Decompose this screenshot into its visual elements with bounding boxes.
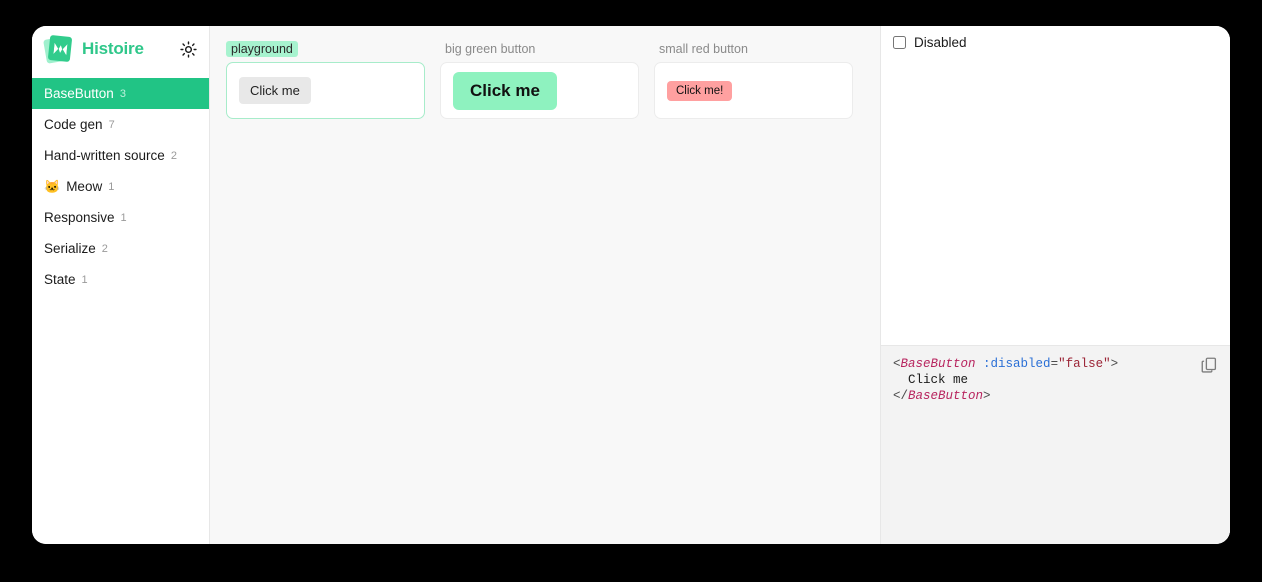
sidebar-item-count: 1 [120, 211, 127, 224]
right-panel: Disabled <BaseButton :disabled="false"> … [881, 26, 1230, 544]
sidebar-item-serialize[interactable]: Serialize 2 [32, 233, 209, 264]
demo-button-click-me[interactable]: Click me [239, 77, 311, 104]
demo-button-big-green[interactable]: Click me [453, 71, 557, 110]
logo-butterfly-glyph [52, 42, 68, 55]
sidebar-item-label: Responsive [44, 210, 115, 225]
story-preview-card: Click me! [654, 62, 853, 119]
sidebar-item-hand-written-source[interactable]: Hand-written source 2 [32, 140, 209, 171]
control-disabled[interactable]: Disabled [893, 35, 1218, 50]
sidebar-item-count: 2 [170, 149, 177, 162]
sidebar-item-label: Code gen [44, 117, 103, 132]
sidebar-item-count: 7 [108, 118, 115, 131]
disabled-checkbox[interactable] [893, 36, 906, 49]
sun-icon[interactable] [177, 38, 199, 60]
story-preview-card: Click me [226, 62, 425, 119]
sidebar-item-basebutton[interactable]: BaseButton 3 [32, 78, 209, 109]
sidebar-item-meow[interactable]: 🐱 Meow 1 [32, 171, 209, 202]
story-title: playground [226, 41, 298, 57]
sidebar-item-state[interactable]: State 1 [32, 264, 209, 295]
story-title: big green button [445, 42, 536, 56]
sidebar-item-count: 3 [119, 87, 126, 100]
story-cell-big-green-button: big green button Click me [440, 40, 639, 119]
story-grid: playground Click me big green button Cli… [226, 40, 868, 119]
sidebar-item-label: BaseButton [44, 86, 114, 101]
generated-source-code[interactable]: <BaseButton :disabled="false"> Click me … [893, 356, 1218, 404]
histoire-app-window: Histoire BaseButton 3 Code gen 7 Hand-wr… [32, 26, 1230, 544]
logo-card-front [47, 34, 73, 63]
story-preview-card: Click me [440, 62, 639, 119]
sidebar-item-responsive[interactable]: Responsive 1 [32, 202, 209, 233]
code-pane: <BaseButton :disabled="false"> Click me … [881, 346, 1230, 544]
cat-face-icon: 🐱 [44, 179, 61, 194]
copy-icon[interactable] [1200, 356, 1218, 374]
sidebar-nav: BaseButton 3 Code gen 7 Hand-written sou… [32, 72, 209, 295]
story-grid-area: playground Click me big green button Cli… [210, 26, 881, 544]
controls-pane: Disabled [881, 26, 1230, 346]
story-title: small red button [659, 42, 748, 56]
sidebar-item-label: Meow [66, 179, 103, 194]
histoire-logo-icon [43, 34, 74, 64]
sidebar-item-code-gen[interactable]: Code gen 7 [32, 109, 209, 140]
disabled-label: Disabled [914, 35, 967, 50]
sidebar-item-label: Hand-written source [44, 148, 165, 163]
sidebar-item-count: 2 [101, 242, 108, 255]
story-cell-small-red-button: small red button Click me! [654, 40, 853, 119]
sidebar-item-count: 1 [81, 273, 88, 286]
story-cell-playground: playground Click me [226, 40, 425, 119]
sidebar-header: Histoire [32, 26, 209, 72]
sidebar-item-count: 1 [108, 180, 115, 193]
sidebar-item-label: Serialize [44, 241, 96, 256]
app-title: Histoire [82, 39, 144, 58]
demo-button-small-red[interactable]: Click me! [667, 80, 733, 101]
sidebar-item-label: State [44, 272, 76, 287]
sidebar: Histoire BaseButton 3 Code gen 7 Hand-wr… [32, 26, 210, 544]
